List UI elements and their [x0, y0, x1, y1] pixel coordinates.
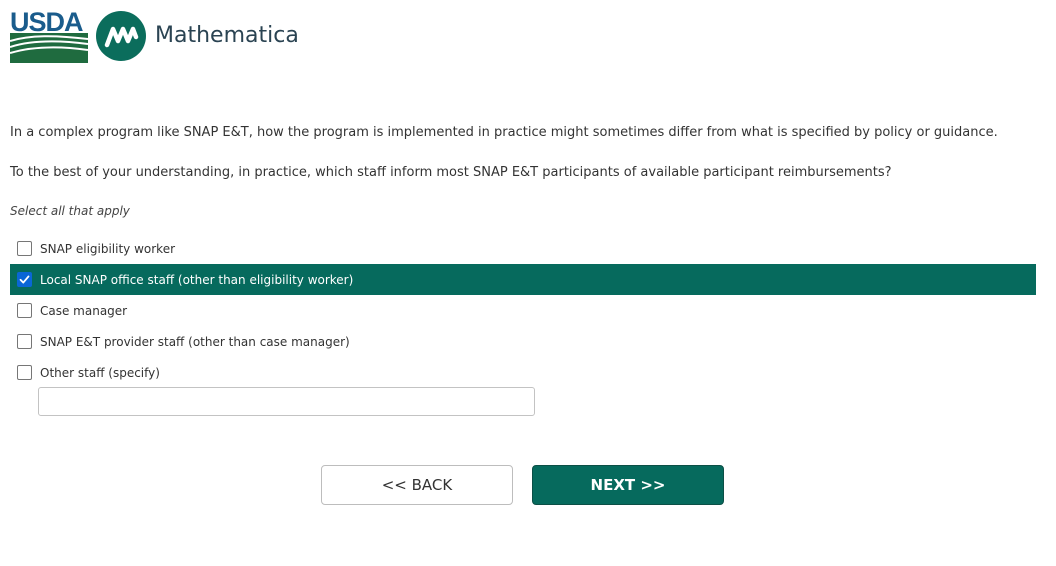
usda-logo: USDA	[10, 8, 88, 63]
option-label: Case manager	[40, 303, 128, 318]
question-intro: In a complex program like SNAP E&T, how …	[10, 125, 998, 140]
option-label: Local SNAP office staff (other than elig…	[40, 272, 354, 287]
option-label: Other staff (specify)	[40, 365, 160, 380]
checkbox[interactable]	[17, 241, 32, 256]
checkbox[interactable]	[17, 365, 32, 380]
other-specify-input[interactable]	[38, 387, 535, 416]
next-button[interactable]: NEXT >>	[532, 465, 724, 505]
option-other-staff[interactable]: Other staff (specify)	[10, 357, 1036, 388]
option-case-manager[interactable]: Case manager	[10, 295, 1036, 326]
option-local-snap-office-staff[interactable]: Local SNAP office staff (other than elig…	[10, 264, 1036, 295]
brand-name: Mathematica	[155, 23, 299, 48]
option-provider-staff[interactable]: SNAP E&T provider staff (other than case…	[10, 326, 1036, 357]
checkbox[interactable]	[17, 334, 32, 349]
option-label: SNAP eligibility worker	[40, 241, 176, 256]
usda-logo-text: USDA	[10, 7, 84, 37]
back-button[interactable]: << BACK	[321, 465, 513, 505]
option-label: SNAP E&T provider staff (other than case…	[40, 334, 350, 349]
checkbox-checked[interactable]	[17, 272, 32, 287]
question-instruction: Select all that apply	[10, 204, 130, 218]
checkbox[interactable]	[17, 303, 32, 318]
option-snap-eligibility-worker[interactable]: SNAP eligibility worker	[10, 233, 1036, 264]
question-text: To the best of your understanding, in pr…	[10, 165, 892, 180]
usda-hills-icon	[10, 33, 88, 63]
mathematica-logo-icon	[96, 11, 146, 61]
survey-page: USDA Mathematica In a complex program li…	[0, 0, 1056, 566]
checkmark-icon	[19, 275, 30, 284]
